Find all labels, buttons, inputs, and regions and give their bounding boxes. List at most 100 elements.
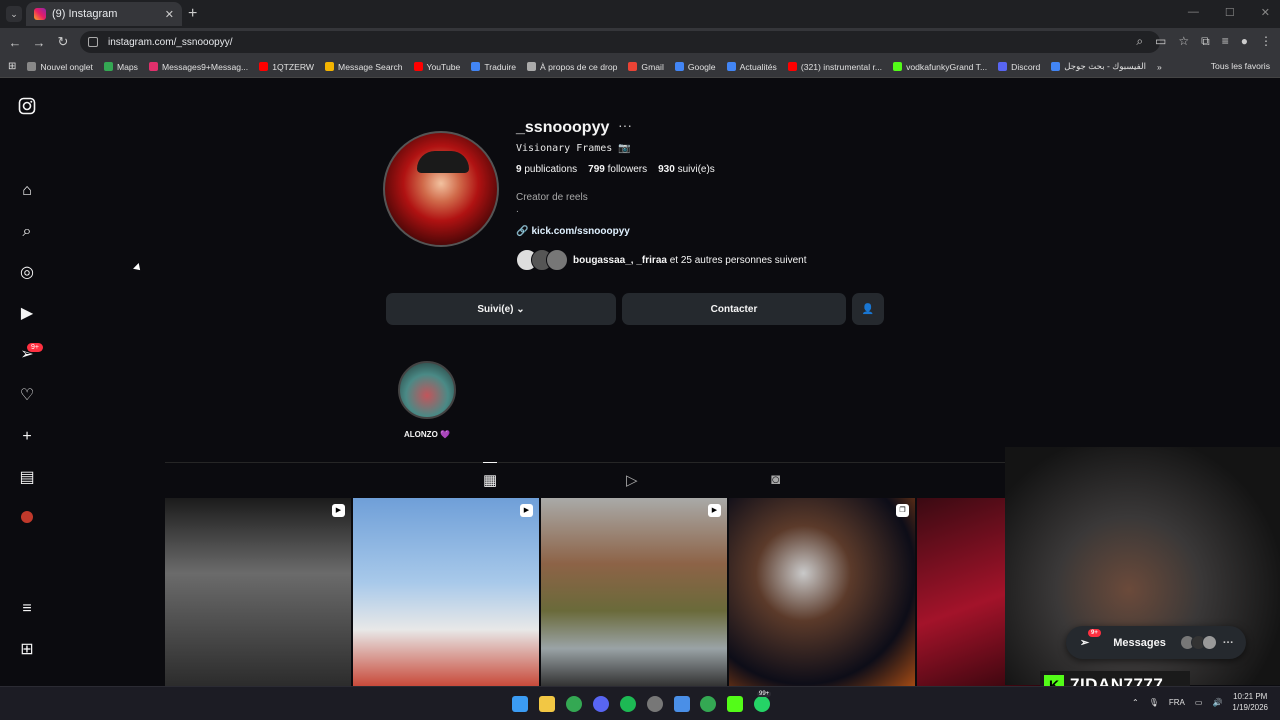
discord-icon[interactable] (593, 696, 609, 712)
following-stat[interactable]: 930 suivi(e)s (658, 164, 715, 175)
language-indicator[interactable]: FRA (1169, 698, 1185, 707)
address-bar[interactable]: instagram.com/_ssnooopyy/ (80, 31, 1160, 53)
tray-chevron-icon[interactable]: ⌃ (1132, 698, 1139, 707)
post-thumbnail[interactable]: ▶ (165, 498, 351, 686)
bookmark-item[interactable]: À propos de ce drop (527, 62, 617, 72)
bookmark-item[interactable]: Traduire (471, 62, 516, 72)
spotify-icon[interactable] (620, 696, 636, 712)
clock[interactable]: 10:21 PM 1/19/2026 (1232, 691, 1268, 713)
notifications-icon[interactable]: ♡ (17, 386, 37, 406)
story-highlight[interactable] (398, 361, 456, 419)
bookmarks-more-icon[interactable]: » (1157, 62, 1162, 72)
mutual-followers[interactable]: bougassaa_, _friraa et 25 autres personn… (516, 249, 806, 271)
bookmark-item[interactable]: Google (674, 62, 716, 72)
instagram-page: ⌂ ⌕ ◎ ▶ ➢ 9+ ♡ + ▤ ≡ ⊞ _ssnooopyy ··· Vi… (0, 79, 1280, 686)
start-icon[interactable] (512, 696, 528, 712)
profile-avatar-icon[interactable]: ● (1241, 34, 1248, 49)
tab-search-icon[interactable]: ⌄ (6, 6, 22, 22)
kick-logo-icon: K (1044, 675, 1064, 686)
bookmark-item[interactable]: Message Search (325, 62, 403, 72)
post-thumbnail[interactable]: ❐ (729, 498, 915, 686)
avatar (546, 249, 568, 271)
toolbar-actions: ⌕ ▭ ☆ ⧉ ≡ ● ⋮ (1136, 34, 1272, 49)
microphone-icon[interactable]: 🎙 (1149, 698, 1159, 707)
contact-button[interactable]: Contacter (622, 293, 846, 325)
messages-pill-label: Messages (1113, 636, 1166, 649)
bookmark-item[interactable]: 1QTZERW (259, 62, 314, 72)
bookmark-star-icon[interactable]: ☆ (1178, 34, 1189, 49)
app-icon[interactable] (647, 696, 663, 712)
bookmark-item[interactable]: الفيسبوك - بحث جوجل (1051, 61, 1146, 72)
file-explorer-icon[interactable] (539, 696, 555, 712)
reels-icon[interactable]: ▶ (17, 304, 37, 324)
close-tab-icon[interactable]: ✕ (165, 8, 174, 21)
publications-stat[interactable]: 9 publications (516, 164, 577, 175)
chrome-icon[interactable] (566, 696, 582, 712)
reading-list-icon[interactable]: ≡ (1222, 34, 1229, 49)
profile-avatar[interactable] (383, 131, 499, 247)
explore-icon[interactable]: ◎ (17, 263, 37, 283)
reload-icon[interactable]: ↻ (51, 34, 75, 50)
browser-menu-icon[interactable]: ⋮ (1260, 34, 1272, 49)
windows-taskbar: 99+ ⌃ 🎙 FRA ▭ 🔊 10:21 PM 1/19/2026 (0, 686, 1280, 720)
menu-icon[interactable]: ≡ (17, 599, 37, 619)
bookmark-item[interactable]: Maps (103, 62, 138, 72)
reel-icon: ▶ (520, 504, 533, 517)
network-icon[interactable]: ▭ (1195, 698, 1203, 707)
stream-name-caption: K 7IDAN7777 (1040, 671, 1190, 686)
profile-link[interactable]: 🔗 kick.com/ssnooopyy (516, 226, 630, 237)
bookmark-item[interactable]: vodkafunkyGrand T... (893, 62, 987, 72)
bookmark-item[interactable]: Gmail (628, 62, 664, 72)
chrome-active-icon[interactable] (700, 696, 716, 712)
profile-tabs: ▦ ▷ ◙ (165, 462, 1105, 498)
kick-icon[interactable] (727, 696, 743, 712)
messages-pill[interactable]: ➢ 9+ Messages ··· (1066, 626, 1246, 659)
following-button[interactable]: Suivi(e) ⌄ (386, 293, 616, 325)
app-icon[interactable] (674, 696, 690, 712)
bookmark-item[interactable]: Discord (998, 62, 1040, 72)
whatsapp-icon[interactable] (754, 696, 770, 712)
bookmark-item[interactable]: (321) instrumental r... (787, 62, 882, 72)
messages-pill-badge: 9+ (1088, 629, 1101, 637)
posts-grid-icon[interactable]: ▦ (483, 462, 498, 489)
reel-icon: ▶ (708, 504, 721, 517)
volume-icon[interactable]: 🔊 (1212, 698, 1222, 707)
mouse-cursor (133, 263, 143, 273)
reels-tab-icon[interactable]: ▷ (626, 471, 638, 489)
post-thumbnail[interactable]: ▶ (353, 498, 539, 686)
browser-tab-strip: ⌄ (9) Instagram ✕ + — ☐ ✕ (0, 0, 1280, 28)
bookmark-item[interactable]: Nouvel onglet (27, 62, 93, 72)
bookmark-item[interactable]: Actualités (726, 62, 777, 72)
profile-icon[interactable] (17, 509, 37, 529)
close-window-icon[interactable]: ✕ (1261, 6, 1270, 19)
dashboard-icon[interactable]: ▤ (17, 468, 37, 488)
options-icon[interactable]: ··· (618, 117, 632, 133)
zoom-icon[interactable]: ⌕ (1136, 34, 1143, 49)
site-info-icon[interactable] (88, 37, 98, 47)
create-icon[interactable]: + (17, 427, 37, 447)
maximize-icon[interactable]: ☐ (1225, 6, 1235, 19)
followers-stat[interactable]: 799 followers (588, 164, 647, 175)
profile-username: _ssnooopyy (516, 119, 610, 136)
home-icon[interactable]: ⌂ (17, 181, 37, 201)
all-bookmarks-folder[interactable]: Tous les favoris (1211, 61, 1270, 71)
bookmark-item[interactable]: YouTube (413, 62, 460, 72)
tagged-tab-icon[interactable]: ◙ (771, 471, 780, 488)
search-icon[interactable]: ⌕ (17, 222, 37, 242)
apps-grid-icon[interactable]: ⊞ (8, 61, 16, 72)
bookmark-item[interactable]: Messages9+Messag... (148, 62, 248, 72)
tab-instagram[interactable]: (9) Instagram ✕ (26, 2, 182, 26)
forward-icon[interactable]: → (27, 35, 51, 50)
suggest-user-icon[interactable]: 👤 (852, 293, 884, 325)
extensions-icon[interactable]: ⧉ (1201, 34, 1210, 49)
instagram-logo-icon[interactable] (17, 97, 37, 117)
back-icon[interactable]: ← (3, 35, 27, 50)
link-icon: 🔗 (516, 226, 529, 237)
minimize-icon[interactable]: — (1188, 6, 1199, 19)
messages-avatars (1179, 635, 1217, 650)
cast-icon[interactable]: ▭ (1155, 34, 1166, 49)
post-thumbnail[interactable]: ▶ (541, 498, 727, 686)
new-tab-button[interactable]: + (188, 5, 197, 23)
apps-icon[interactable]: ⊞ (17, 640, 37, 660)
carousel-icon: ❐ (896, 504, 909, 517)
